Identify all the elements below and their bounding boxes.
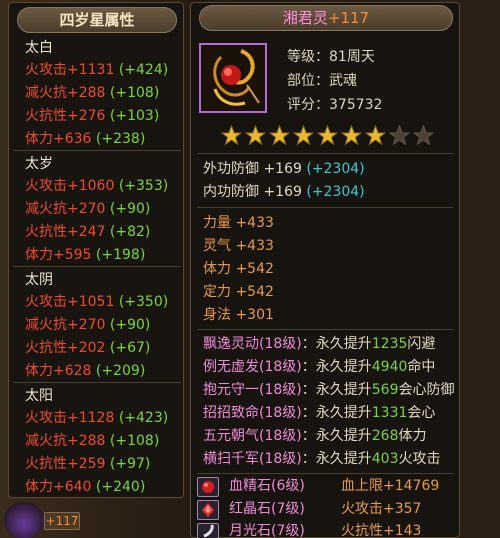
- attribute-row: 力量 +433: [203, 215, 274, 231]
- stat-row: 减火抗+270 (+90): [25, 201, 151, 217]
- stat-row: 火抗性+276 (+103): [25, 108, 160, 124]
- group-taiyang: 太阳 火攻击+1128 (+423) 减火抗+288 (+108) 火抗性+25…: [13, 385, 181, 499]
- stat-row: 火抗性+202 (+67): [25, 340, 151, 356]
- star-filled-icon: [293, 125, 314, 146]
- gem-effect: 火攻击+357: [341, 501, 422, 517]
- item-icon-frame[interactable]: [199, 43, 267, 113]
- divider: [13, 150, 181, 151]
- star-filled-icon: [269, 125, 290, 146]
- stat-row: 火攻击+1131 (+424): [25, 62, 169, 78]
- gem-name: 血精石(6级): [229, 478, 305, 494]
- moonstone-icon[interactable]: [197, 523, 219, 538]
- skill-row: 飘逸灵动(18级)：永久提升1235闪避: [203, 336, 436, 352]
- attribute-row: 定力 +542: [203, 284, 274, 300]
- group-name: 太白: [25, 40, 53, 56]
- stat-row: 体力+628 (+209): [25, 363, 146, 379]
- stat-row: 火攻击+1060 (+353): [25, 178, 169, 194]
- defense-row: 外功防御 +169 (+2304): [203, 161, 365, 177]
- gem-name: 红晶石(7级): [229, 501, 305, 517]
- enhance-badge: +117: [44, 512, 80, 530]
- stat-row: 减火抗+288 (+108): [25, 85, 160, 101]
- item-enhance: +117: [327, 9, 370, 27]
- skill-row: 例无虚发(18级)：永久提升4940命中: [203, 359, 436, 375]
- gem-effect: 火抗性+143: [341, 523, 422, 538]
- stat-row: 减火抗+270 (+90): [25, 317, 151, 333]
- divider: [197, 329, 453, 330]
- star-empty-icon: [413, 125, 434, 146]
- stat-row: 火攻击+1128 (+423): [25, 410, 169, 426]
- character-portrait-icon[interactable]: [4, 502, 44, 538]
- item-level: 等级：81周天: [287, 49, 375, 65]
- stat-row: 减火抗+288 (+108): [25, 433, 160, 449]
- star-filled-icon: [317, 125, 338, 146]
- group-name: 太阳: [25, 388, 53, 404]
- panel-title: 四岁星属性: [17, 7, 177, 33]
- group-taisui: 太岁 火攻击+1060 (+353) 减火抗+270 (+90) 火抗性+247…: [13, 153, 181, 267]
- item-tooltip-panel: 湘君灵+117 等级：81周天 部位：武魂 评分：375732 外功防御 +16…: [190, 2, 460, 538]
- attribute-row: 体力 +542: [203, 261, 274, 277]
- group-name: 太阴: [25, 272, 53, 288]
- gem-name: 月光石(7级): [229, 523, 305, 538]
- group-taibai: 太白 火攻击+1131 (+424) 减火抗+288 (+108) 火抗性+27…: [13, 37, 181, 151]
- star-filled-icon: [245, 125, 266, 146]
- stat-row: 火攻击+1051 (+350): [25, 294, 169, 310]
- defense-row: 内功防御 +169 (+2304): [203, 184, 365, 200]
- group-name: 太岁: [25, 156, 53, 172]
- attribute-row: 灵气 +433: [203, 238, 274, 254]
- four-star-attributes-panel: 四岁星属性 太白 火攻击+1131 (+424) 减火抗+288 (+108) …: [8, 2, 184, 498]
- skill-row: 抱元守一(18级)：永久提升569会心防御: [203, 382, 455, 398]
- red-crystal-icon[interactable]: [197, 500, 219, 520]
- divider: [197, 473, 453, 474]
- skill-row: 横扫千军(18级)：永久提升403火攻击: [203, 451, 441, 467]
- star-filled-icon: [341, 125, 362, 146]
- item-slot: 部位：武魂: [287, 73, 357, 89]
- star-empty-icon: [389, 125, 410, 146]
- divider: [197, 153, 453, 154]
- star-filled-icon: [221, 125, 242, 146]
- soul-weapon-icon: [201, 45, 265, 111]
- stat-row: 体力+595 (+198): [25, 247, 146, 263]
- item-score: 评分：375732: [287, 97, 383, 113]
- skill-row: 招招致命(18级)：永久提升1331会心: [203, 405, 436, 421]
- star-filled-icon: [365, 125, 386, 146]
- star-rating: [221, 125, 434, 146]
- divider: [197, 207, 453, 208]
- skill-row: 五元朝气(18级)：永久提升268体力: [203, 428, 427, 444]
- stat-row: 体力+636 (+238): [25, 131, 146, 147]
- blood-gem-icon[interactable]: [197, 477, 219, 497]
- item-name: 湘君灵: [282, 9, 328, 27]
- item-title: 湘君灵+117: [199, 5, 453, 31]
- attribute-row: 身法 +301: [203, 307, 274, 323]
- stat-row: 火抗性+259 (+97): [25, 456, 151, 472]
- gem-effect: 血上限+14769: [341, 478, 440, 494]
- group-taiyin: 太阴 火攻击+1051 (+350) 减火抗+270 (+90) 火抗性+202…: [13, 269, 181, 383]
- stat-row: 体力+640 (+240): [25, 479, 146, 495]
- divider: [13, 382, 181, 383]
- divider: [13, 266, 181, 267]
- stat-row: 火抗性+247 (+82): [25, 224, 151, 240]
